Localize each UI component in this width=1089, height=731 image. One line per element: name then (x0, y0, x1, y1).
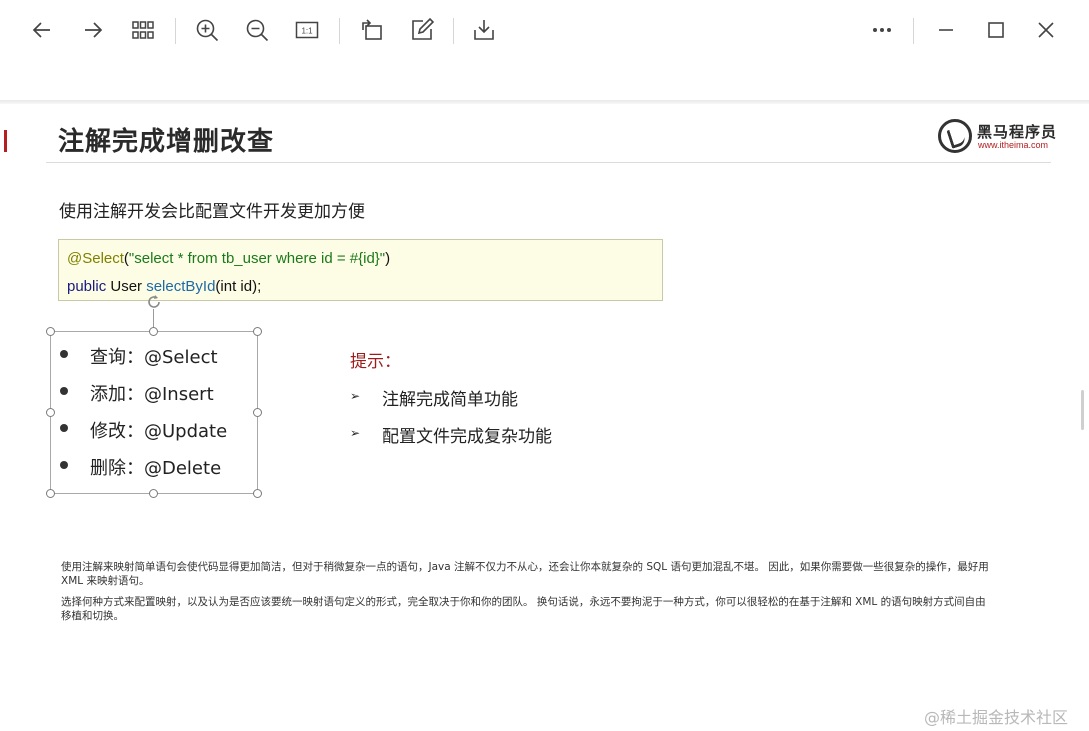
code-block: @Select("select * from tb_user where id … (58, 239, 663, 301)
list-item-text: 删除：@Delete (90, 458, 222, 479)
svg-text:1:1: 1:1 (301, 27, 313, 36)
title-divider (46, 162, 1051, 163)
slide-edge-mark (4, 130, 7, 152)
code-sql-string: "select * from tb_user where id = #{id}" (128, 250, 386, 267)
maximize-button[interactable] (978, 12, 1014, 48)
thumbnails-button[interactable] (125, 12, 161, 48)
close-button[interactable] (1028, 12, 1064, 48)
arrow-right-icon (85, 22, 103, 38)
toolbar-separator (175, 18, 176, 44)
slide-notes: 使用注解来映射简单语句会使代码显得更加简洁，但对于稍微复杂一点的语句，Java … (61, 560, 991, 630)
save-button[interactable] (466, 12, 502, 48)
code-annotation: @Select (67, 250, 124, 267)
list-item-text: 修改：@Update (90, 421, 228, 442)
code-keyword: public (67, 278, 107, 295)
tip-title: 提示： (350, 352, 401, 372)
arrow-bullet-icon: ➢ (350, 426, 361, 440)
close-icon (1038, 22, 1054, 38)
download-icon (474, 20, 494, 40)
tip-item-text: 配置文件完成复杂功能 (382, 427, 552, 447)
actual-size-button[interactable]: 1:1 (289, 12, 325, 48)
back-button[interactable] (24, 12, 60, 48)
scrollbar-thumb[interactable] (1081, 390, 1084, 430)
bullet-dot-icon (60, 387, 68, 395)
arrow-left-icon (32, 22, 50, 38)
lead-sentence: 使用注解开发会比配置文件开发更加方便 (59, 202, 365, 222)
more-icon (873, 28, 891, 32)
actual-size-icon: 1:1 (295, 21, 319, 39)
resize-handle-top-right[interactable] (253, 327, 262, 336)
note-paragraph: 选择何种方式来配置映射，以及认为是否应该要统一映射语句定义的形式，完全取决于你和… (61, 596, 986, 622)
horse-logo-icon (938, 119, 972, 153)
arrow-bullet-icon: ➢ (350, 389, 361, 403)
rotate-handle-icon[interactable] (145, 293, 163, 311)
rotate-button[interactable] (354, 12, 390, 48)
code-type: User (110, 278, 143, 295)
minimize-icon (939, 29, 953, 31)
code-line-2: public User selectById(int id); (67, 278, 261, 295)
resize-handle-bottom-left[interactable] (46, 489, 55, 498)
zoom-in-button[interactable] (189, 12, 225, 48)
brand-logo: 黑马程序员 www.itheima.com (938, 118, 1056, 154)
minimize-button[interactable] (928, 12, 964, 48)
grid-icon (132, 21, 154, 39)
logo-name: 黑马程序员 (977, 123, 1058, 141)
rotate-icon (362, 19, 382, 40)
resize-handle-left[interactable] (46, 408, 55, 417)
resize-handle-bottom-right[interactable] (253, 489, 262, 498)
forward-button[interactable] (75, 12, 111, 48)
code-params: (int id); (215, 278, 262, 295)
toolbar-separator (339, 18, 340, 44)
toolbar-separator (913, 18, 914, 44)
resize-handle-top-left[interactable] (46, 327, 55, 336)
edit-icon (412, 18, 434, 40)
resize-handle-top[interactable] (149, 327, 158, 336)
bullet-dot-icon (60, 350, 68, 358)
code-line-1: @Select("select * from tb_user where id … (67, 250, 390, 267)
viewer-toolbar: 1:1 (0, 0, 1089, 62)
logo-url: www.itheima.com (978, 140, 1049, 150)
note-paragraph: 使用注解来映射简单语句会使代码显得更加简洁，但对于稍微复杂一点的语句，Java … (61, 561, 989, 587)
edit-button[interactable] (404, 12, 440, 48)
zoom-in-icon (196, 19, 219, 42)
list-item-text: 查询：@Select (90, 347, 218, 368)
maximize-icon (988, 22, 1004, 38)
tip-item-text: 注解完成简单功能 (382, 390, 518, 410)
slide-title: 注解完成增删改查 (58, 127, 275, 157)
code-paren-close: ) (385, 250, 391, 267)
resize-handle-bottom[interactable] (149, 489, 158, 498)
site-watermark: @稀土掘金技术社区 (924, 708, 1069, 727)
bullet-dot-icon (60, 461, 68, 469)
zoom-out-button[interactable] (239, 12, 275, 48)
bullet-dot-icon (60, 424, 68, 432)
resize-handle-right[interactable] (253, 408, 262, 417)
zoom-out-icon (246, 19, 269, 42)
more-button[interactable] (864, 12, 900, 48)
toolbar-separator (453, 18, 454, 44)
list-item-text: 添加：@Insert (90, 384, 214, 405)
